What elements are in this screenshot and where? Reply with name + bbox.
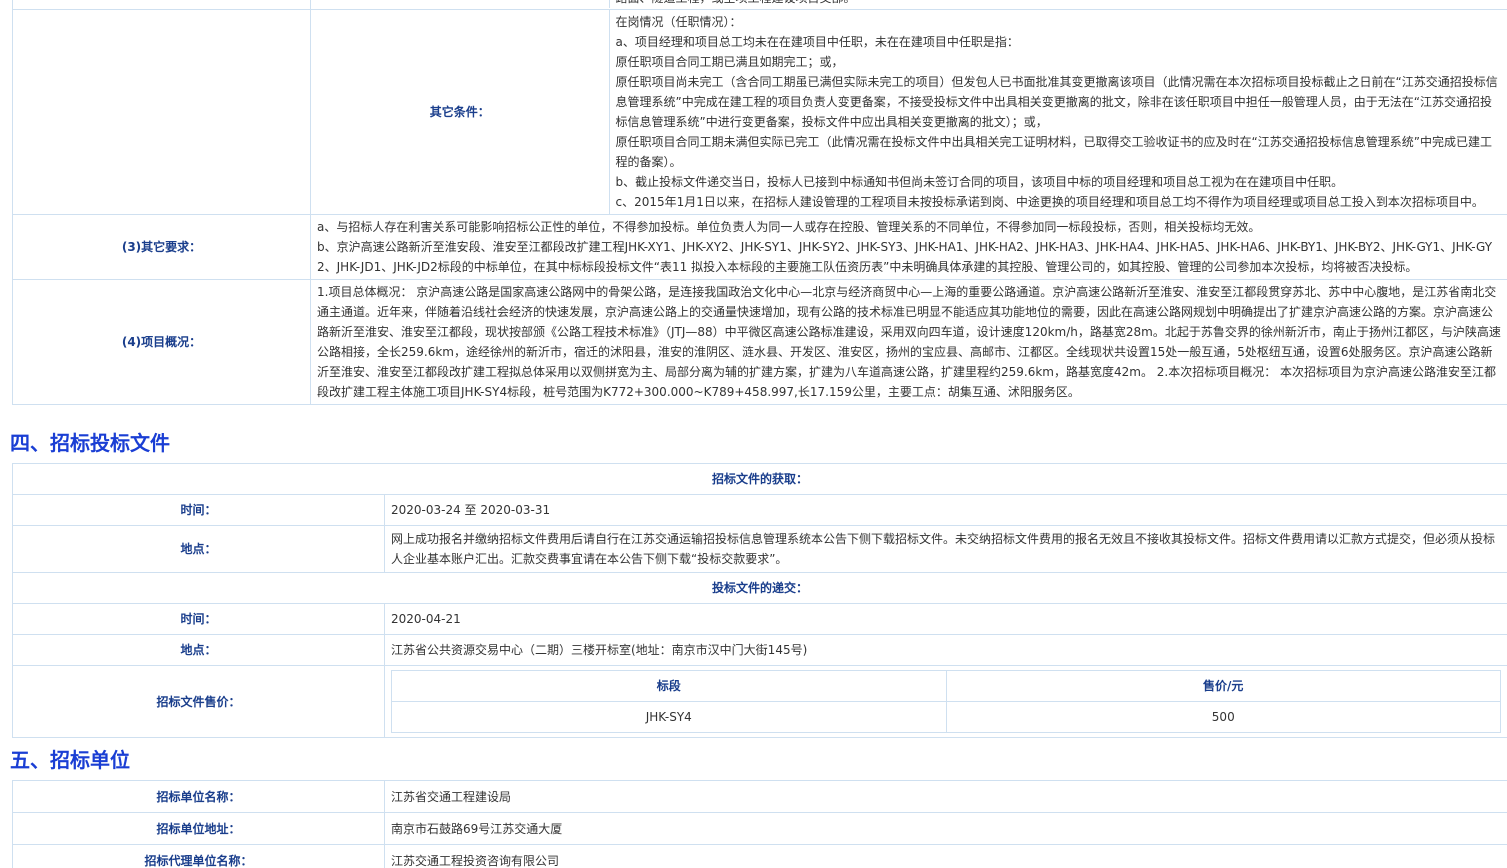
other-requirements-text: a、与招标人存在利害关系可能影响招标公正性的单位，不得参加投标。单位负责人为同一… xyxy=(310,214,1507,280)
tenderer-name-label: 招标单位名称： xyxy=(12,780,385,813)
fragment-cell: 路面、隧道工程，或全项工程建设项目交部。 xyxy=(310,0,1507,10)
other-conditions-text: 在岗情况（任职情况）： a、项目经理和项目总工均未在在建项目中任职，未在在建项目… xyxy=(608,10,1507,214)
agent-name-value: 江苏交通工程投资咨询有限公司 xyxy=(384,844,1507,868)
project-overview-label: (4)项目概况： xyxy=(12,279,311,405)
requirement-line: b、京沪高速公路新沂至淮安段、淮安至江都段改扩建工程JHK-XY1、JHK-XY… xyxy=(317,240,1493,274)
bid-documents-table: 招标文件的获取： 时间： 2020-03-24 至 2020-03-31 地点：… xyxy=(12,463,1507,738)
requirements-table: 路面、隧道工程，或全项工程建设项目交部。 其它条件： 在岗情况（任职情况）： a… xyxy=(12,0,1507,405)
table-row: JHK-SY4 500 xyxy=(391,701,1501,733)
section-4-title: 四、招标投标文件 xyxy=(10,431,170,455)
acquire-heading: 招标文件的获取： xyxy=(12,463,1507,495)
submit-time-value: 2020-04-21 xyxy=(384,603,1507,635)
other-conditions-inner-table: 其它条件： 在岗情况（任职情况）： a、项目经理和项目总工均未在在建项目中任职，… xyxy=(311,10,1507,214)
condition-line: c、2015年1月1日以来，在招标人建设管理的工程项目未按投标承诺到岗、中途更换… xyxy=(615,195,1484,209)
fragment-inner-label xyxy=(311,0,610,8)
requirement-line: a、与招标人存在利害关系可能影响招标公正性的单位，不得参加投标。单位负责人为同一… xyxy=(317,220,1261,234)
other-requirements-row: (3)其它要求： a、与招标人存在利害关系可能影响招标公正性的单位，不得参加投标… xyxy=(12,214,1507,280)
condition-line: 原任职项目合同工期已满且如期完工；或， xyxy=(615,55,844,69)
submit-heading: 投标文件的递交： xyxy=(12,572,1507,604)
acquire-place-value: 网上成功报名并缴纳招标文件费用后请自行在江苏交通运输招投标信息管理系统本公告下侧… xyxy=(384,525,1507,573)
tenderer-address-value: 南京市石鼓路69号江苏交通大厦 xyxy=(384,812,1507,845)
acquire-time-label: 时间： xyxy=(12,494,385,526)
empty-outer-label xyxy=(12,9,311,215)
condition-line: a、项目经理和项目总工均未在在建项目中任职，未在在建项目中任职是指： xyxy=(615,35,1019,49)
condition-line: 在岗情况（任职情况）： xyxy=(615,15,742,29)
condition-line: b、截止投标文件递交当日，投标人已接到中标通知书但尚未签订合同的项目，该项目中标… xyxy=(615,175,1344,189)
price-cell: 标段 售价/元 JHK-SY4 500 xyxy=(384,665,1507,738)
top-fragment-text: 路面、隧道工程，或全项工程建设项目交部。 xyxy=(608,0,1507,8)
acquire-time-value: 2020-03-24 至 2020-03-31 xyxy=(384,494,1507,526)
fragment-row: 路面、隧道工程，或全项工程建设项目交部。 xyxy=(12,0,1507,10)
other-conditions-cell: 其它条件： 在岗情况（任职情况）： a、项目经理和项目总工均未在在建项目中任职，… xyxy=(310,9,1507,215)
acquire-place-label: 地点： xyxy=(12,525,385,573)
submit-time-label: 时间： xyxy=(12,603,385,635)
tenderer-table: 招标单位名称： 江苏省交通工程建设局 招标单位地址： 南京市石鼓路69号江苏交通… xyxy=(12,780,1507,868)
other-requirements-label: (3)其它要求： xyxy=(12,214,311,280)
tenderer-address-label: 招标单位地址： xyxy=(12,812,385,845)
condition-line: 原任职项目尚未完工（含合同工期虽已满但实际未完工的项目）但发包人已书面批准其变更… xyxy=(615,75,1498,129)
submit-place-value: 江苏省公共资源交易中心（二期）三楼开标室(地址：南京市汉中门大街145号) xyxy=(384,634,1507,666)
condition-line: 原任职项目合同工期未满但实际已完工（此情况需在投标文件中出具相关完工证明材料，已… xyxy=(615,135,1492,169)
project-overview-text: 1.项目总体概况： 京沪高速公路是国家高速公路网中的骨架公路，是连接我国政治文化… xyxy=(310,279,1507,405)
agent-name-label: 招标代理单位名称： xyxy=(12,844,385,868)
price-label: 招标文件售价： xyxy=(12,665,385,738)
section-5-title: 五、招标单位 xyxy=(10,748,130,772)
fragment-label-cell xyxy=(12,0,311,10)
price-header-section: 标段 xyxy=(391,670,947,702)
price-header-price: 售价/元 xyxy=(945,670,1501,702)
page: 路面、隧道工程，或全项工程建设项目交部。 其它条件： 在岗情况（任职情况）： a… xyxy=(0,0,1507,868)
other-conditions-label: 其它条件： xyxy=(311,10,610,214)
project-overview-row: (4)项目概况： 1.项目总体概况： 京沪高速公路是国家高速公路网中的骨架公路，… xyxy=(12,279,1507,405)
price-amount-value: 500 xyxy=(945,701,1501,733)
submit-place-label: 地点： xyxy=(12,634,385,666)
fragment-inner-table: 路面、隧道工程，或全项工程建设项目交部。 xyxy=(311,0,1507,8)
price-section-value: JHK-SY4 xyxy=(391,701,947,733)
price-table: 标段 售价/元 JHK-SY4 500 xyxy=(391,670,1501,733)
other-conditions-row: 其它条件： 在岗情况（任职情况）： a、项目经理和项目总工均未在在建项目中任职，… xyxy=(12,9,1507,215)
tenderer-name-value: 江苏省交通工程建设局 xyxy=(384,780,1507,813)
